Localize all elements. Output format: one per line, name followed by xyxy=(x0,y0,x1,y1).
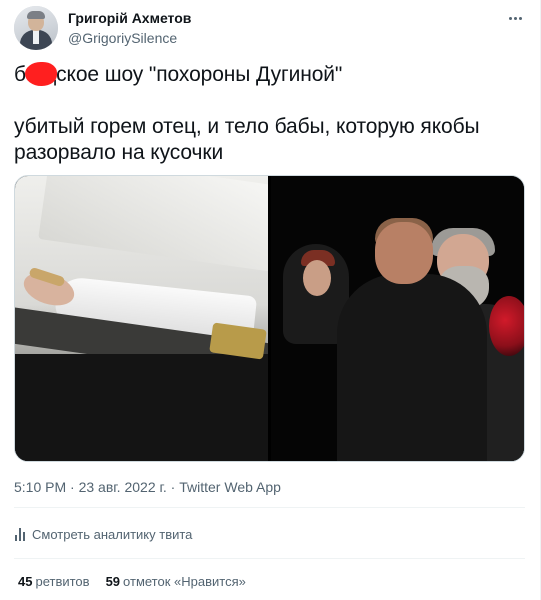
tweet-text-line-3: разорвало на кусочки xyxy=(14,141,224,164)
analytics-label: Смотреть аналитику твита xyxy=(32,526,193,542)
divider xyxy=(14,558,525,559)
media-photo-2[interactable] xyxy=(271,176,524,461)
tweet-card: Григорій Ахметов @GrigoriySilence б дское… xyxy=(0,0,541,600)
tweet-header: Григорій Ахметов @GrigoriySilence xyxy=(14,6,527,52)
more-horizontal-icon[interactable] xyxy=(503,8,527,28)
tweet-media-grid xyxy=(14,175,525,462)
tweet-text-line-2: убитый горем отец, и тело бабы, которую … xyxy=(14,115,480,138)
retweets-stat[interactable]: 45 ретвитов xyxy=(18,573,90,591)
view-analytics-link[interactable]: Смотреть аналитику твита xyxy=(14,524,192,544)
divider xyxy=(14,507,525,508)
tweet-meta: 5:10 PM · 23 авг. 2022 г. · Twitter Web … xyxy=(14,479,281,495)
author-avatar[interactable] xyxy=(14,6,58,50)
tweet-source[interactable]: Twitter Web App xyxy=(179,479,281,495)
author-handle[interactable]: @GrigoriySilence xyxy=(68,29,191,47)
tweet-date[interactable]: 23 авг. 2022 г. xyxy=(79,479,167,495)
censor-mark xyxy=(25,62,57,86)
likes-stat[interactable]: 59 отметок «Нравится» xyxy=(106,573,246,591)
tweet-stats: 45 ретвитов 59 отметок «Нравится» xyxy=(18,573,246,591)
author-display-name[interactable]: Григорій Ахметов xyxy=(68,9,191,27)
tweet-time[interactable]: 5:10 PM xyxy=(14,479,66,495)
tweet-text-rest: дское шоу "похороны Дугиной" xyxy=(43,63,343,86)
tweet-text-line-1: б дское шоу "похороны Дугиной" xyxy=(14,62,524,88)
media-photo-1[interactable] xyxy=(15,176,268,461)
analytics-bars-icon xyxy=(14,527,26,541)
author-names: Григорій Ахметов @GrigoriySilence xyxy=(68,9,191,47)
